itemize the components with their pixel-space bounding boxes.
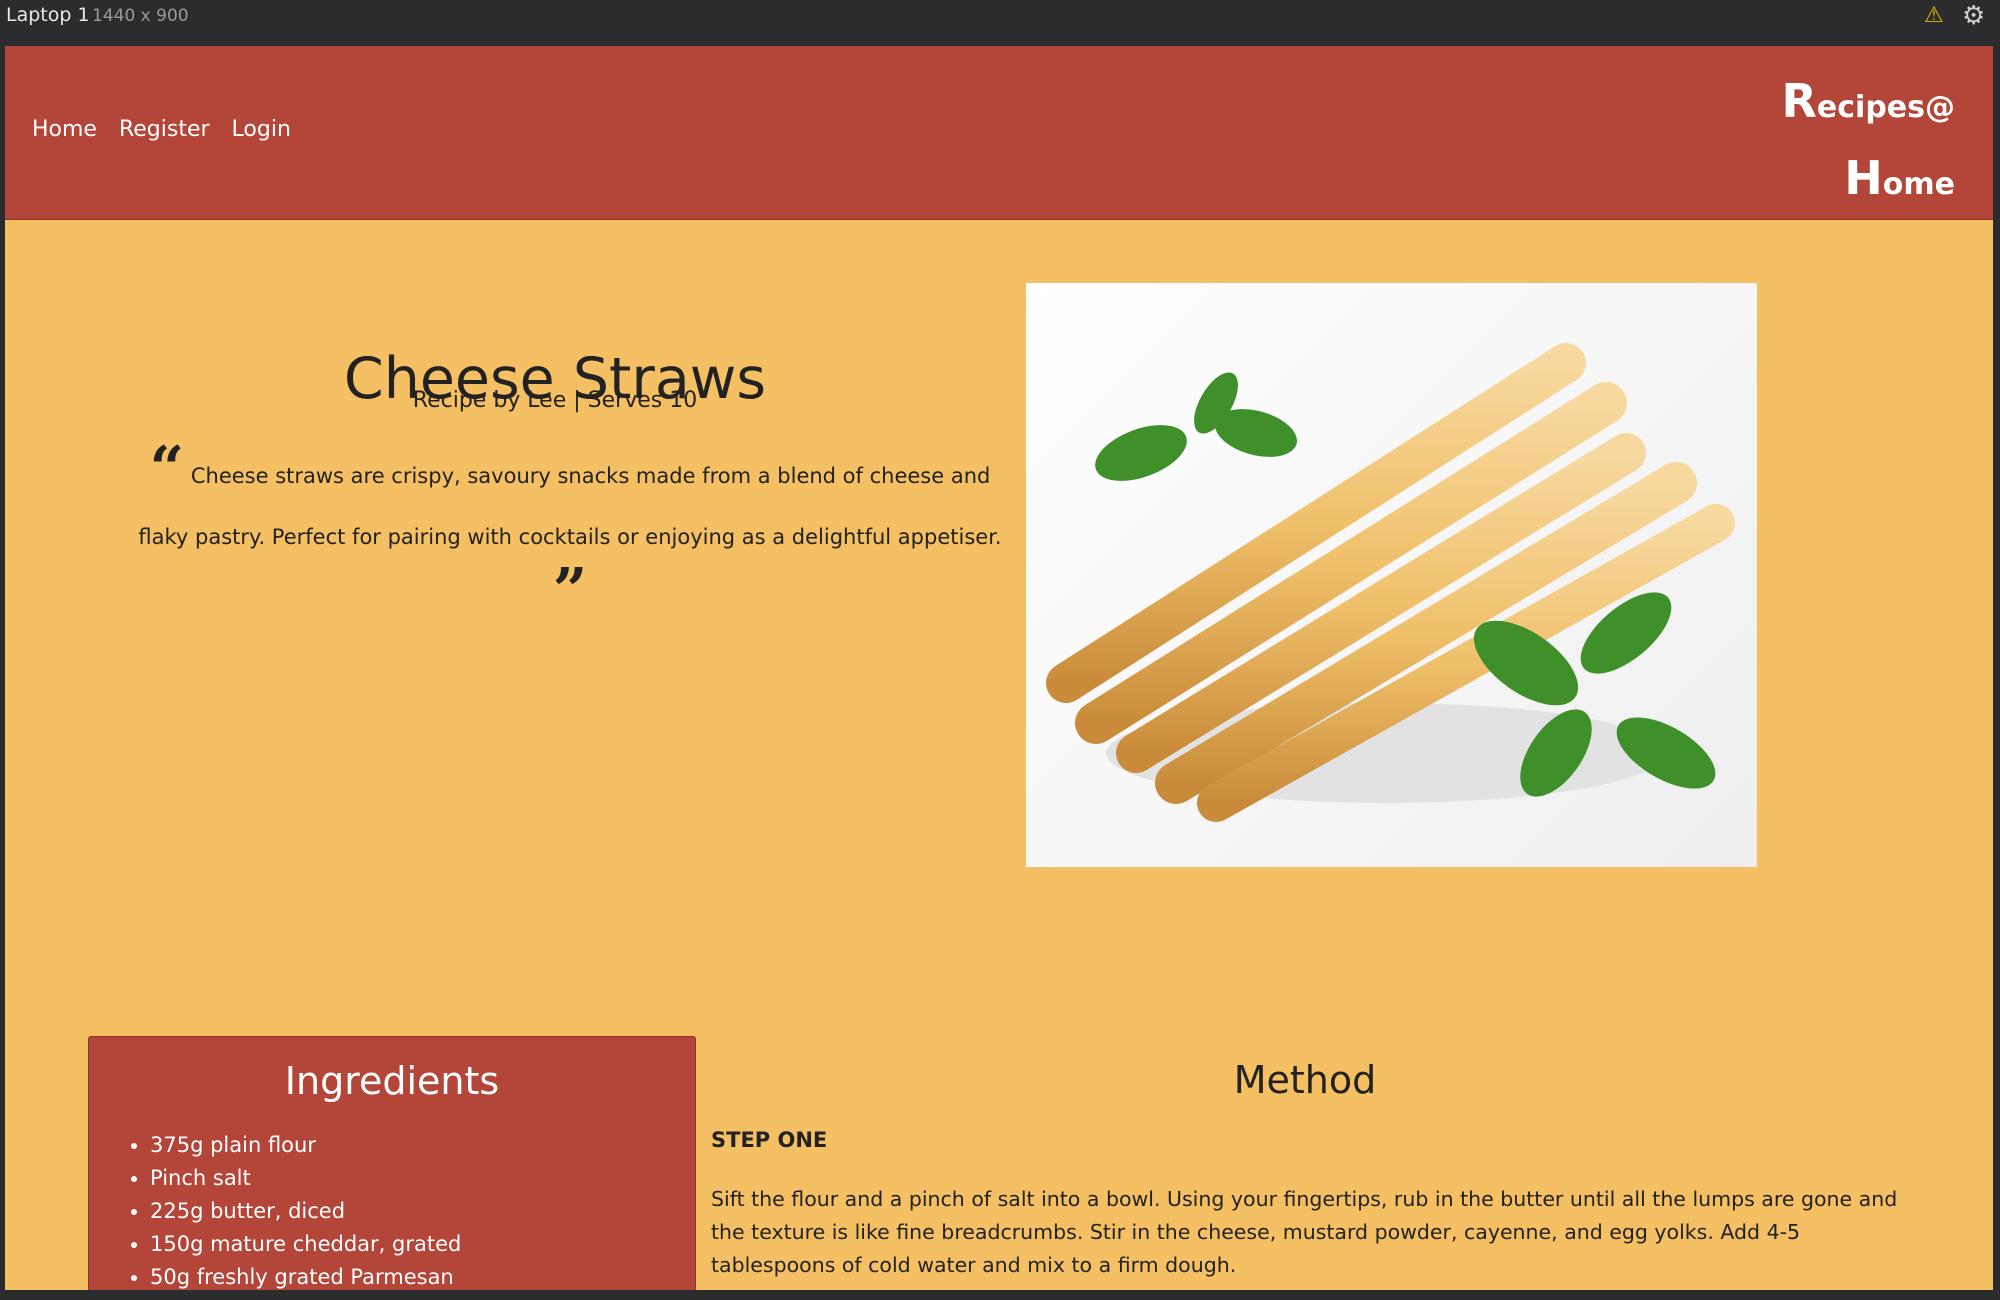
recipe-photo — [1026, 283, 1757, 867]
ingredients-heading: Ingredients — [284, 1059, 500, 1103]
nav-login-link[interactable]: Login — [232, 117, 291, 142]
ingredient-item: 225g butter, diced — [150, 1195, 461, 1228]
device-name: Laptop 1 — [6, 4, 90, 26]
ingredient-item: 150g mature cheddar, grated — [150, 1228, 461, 1261]
cheese-straws-image — [1046, 343, 1735, 822]
ingredients-panel: Ingredients 375g plain flour Pinch salt … — [88, 1036, 696, 1290]
viewport-size: 1440 x 900 — [92, 6, 189, 26]
logo-initial-h: H — [1844, 151, 1883, 205]
recipe-byline: Recipe by Lee | Serves 10 — [412, 388, 698, 413]
main-nav: Home Register Login — [32, 117, 291, 142]
ingredient-item: 375g plain flour — [150, 1129, 461, 1162]
ingredients-list: 375g plain flour Pinch salt 225g butter,… — [124, 1129, 461, 1290]
site-header: Home Register Login Recipes@ Home — [5, 46, 1993, 220]
warning-icon[interactable]: ⚠ — [1924, 3, 1944, 28]
page-frame: Home Register Login Recipes@ Home Cheese… — [5, 46, 1993, 1290]
quote-open-icon: “ — [149, 434, 185, 504]
quote-close-icon: ” — [552, 556, 588, 626]
ingredient-item: Pinch salt — [150, 1162, 461, 1195]
nav-register-link[interactable]: Register — [119, 117, 210, 142]
gear-icon[interactable]: ⚙ — [1962, 1, 1985, 31]
preview-titlebar: Laptop 1 1440 x 900 ⚠ ⚙ — [0, 0, 2000, 44]
step-text: Sift the flour and a pinch of salt into … — [711, 1187, 1898, 1277]
nav-home-link[interactable]: Home — [32, 117, 97, 142]
logo-text-line1: ecipes@ — [1816, 90, 1955, 125]
ingredient-item: 50g freshly grated Parmesan — [150, 1261, 461, 1290]
step-label: STEP ONE — [711, 1128, 828, 1152]
description-text: Cheese straws are crispy, savoury snacks… — [138, 464, 1002, 549]
site-logo[interactable]: Recipes@ Home — [1735, 68, 1955, 222]
logo-initial-r: R — [1781, 74, 1817, 128]
method-heading: Method — [1233, 1058, 1377, 1102]
recipe-description: “ Cheese straws are crispy, savoury snac… — [135, 439, 1005, 629]
preview-bottombar — [0, 1290, 2000, 1300]
logo-text-line2: ome — [1882, 167, 1955, 202]
